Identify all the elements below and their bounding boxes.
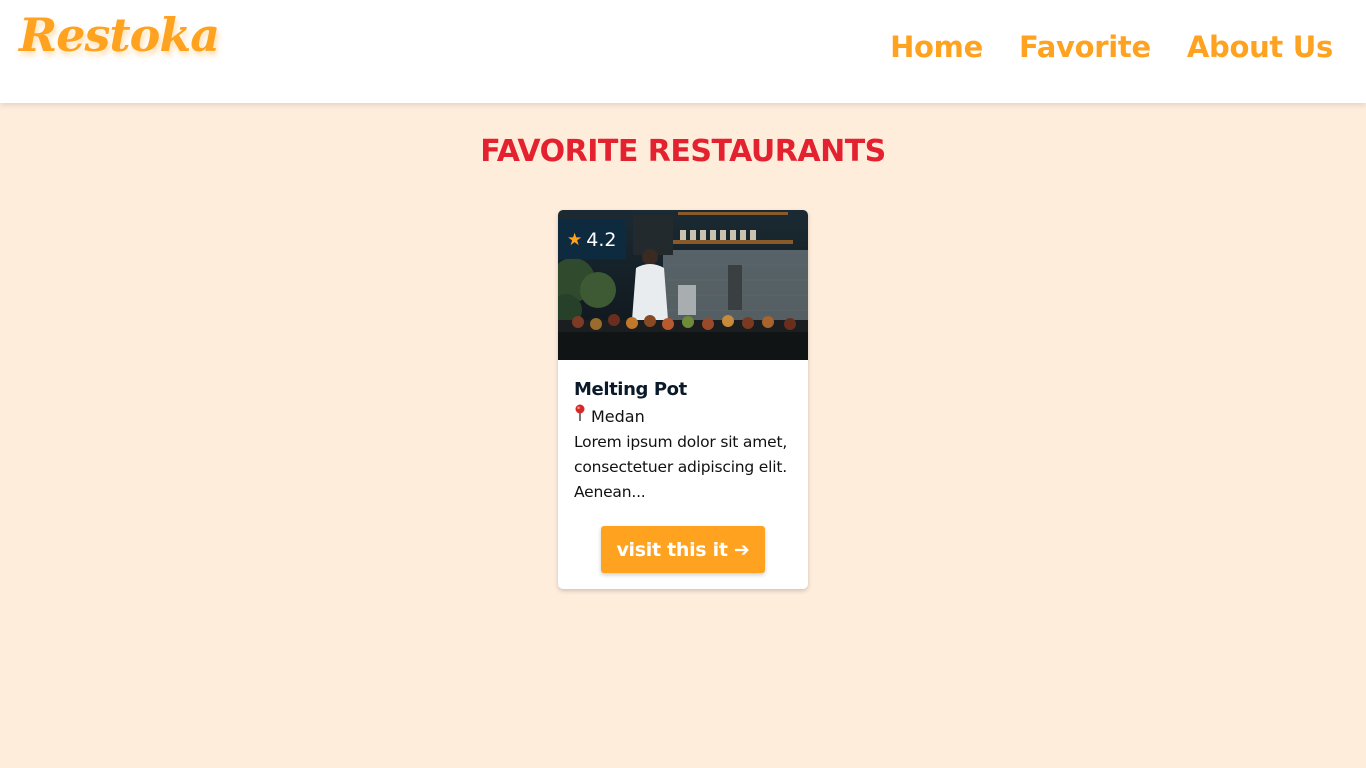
restaurant-city: Medan (574, 404, 794, 430)
visit-button[interactable]: visit this it ➔ (601, 526, 765, 573)
restaurant-description: Lorem ipsum dolor sit amet, consectetuer… (574, 433, 788, 501)
nav-about-us[interactable]: About Us (1187, 30, 1333, 64)
site-header: Restoka Home Favorite About Us (0, 0, 1366, 103)
main-nav: Home Favorite About Us (890, 30, 1333, 64)
card-body: Melting Pot Medan Lorem ipsum dolor sit … (574, 378, 794, 505)
nav-favorite[interactable]: Favorite (1019, 30, 1151, 64)
logo[interactable]: Restoka (19, 8, 220, 62)
restaurant-name: Melting Pot (574, 379, 687, 400)
rating-badge: ★ 4.2 (558, 220, 626, 259)
rating-value: 4.2 (586, 228, 617, 251)
page-title: FAVORITE RESTAURANTS (480, 134, 886, 169)
location-pin-icon (574, 404, 588, 430)
restaurant-image: ★ 4.2 (558, 210, 808, 360)
restaurant-card: ★ 4.2 Melting Pot Medan Lorem ipsum dolo… (558, 210, 808, 589)
nav-home[interactable]: Home (890, 30, 983, 64)
city-label: Medan (591, 407, 645, 426)
star-icon: ★ (567, 229, 583, 250)
